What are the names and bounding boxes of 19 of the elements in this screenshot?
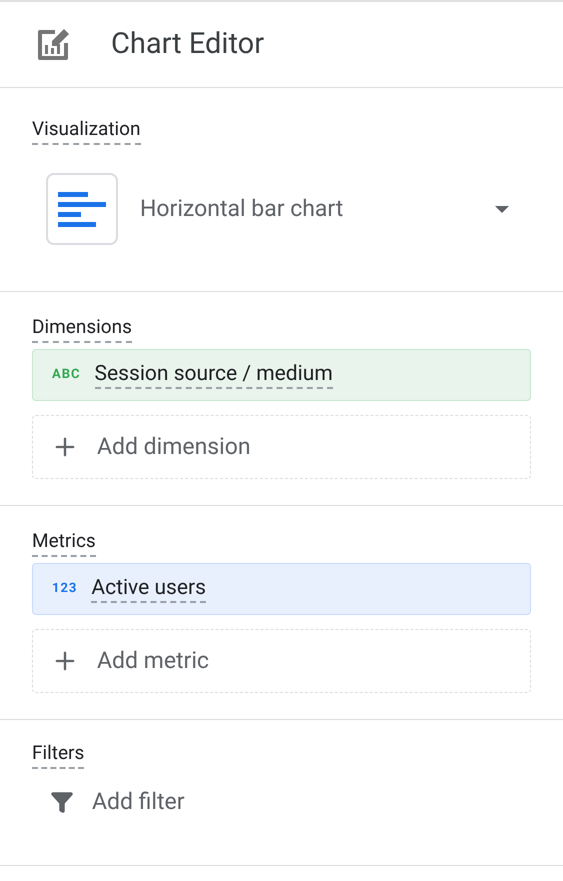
field-name: Active users (91, 575, 206, 603)
dropdown-caret-icon (495, 206, 509, 212)
add-field-button[interactable]: Add metric (32, 629, 531, 693)
field-chip[interactable]: ABC Session source / medium (32, 349, 531, 401)
type-label: 123 (52, 580, 78, 598)
field-name: Session source / medium (94, 361, 333, 389)
section-label: Metrics (32, 528, 96, 557)
section-label: Dimensions (32, 314, 132, 343)
field-chip[interactable]: 123 Active users (32, 563, 531, 615)
bar-chart-icon (46, 173, 118, 245)
add-filter-button[interactable]: Add filter (32, 785, 185, 820)
filter-icon (50, 790, 74, 814)
chart-type-dropdown[interactable]: Horizontal bar chart (32, 173, 531, 245)
type-label: ABC (52, 366, 81, 384)
section-label: Visualization (32, 116, 140, 145)
editor-title: Chart Editor (111, 26, 264, 63)
chart-edit-icon (35, 26, 71, 62)
section-label: Filters (32, 740, 84, 769)
add-field-button[interactable]: Add dimension (32, 415, 531, 479)
